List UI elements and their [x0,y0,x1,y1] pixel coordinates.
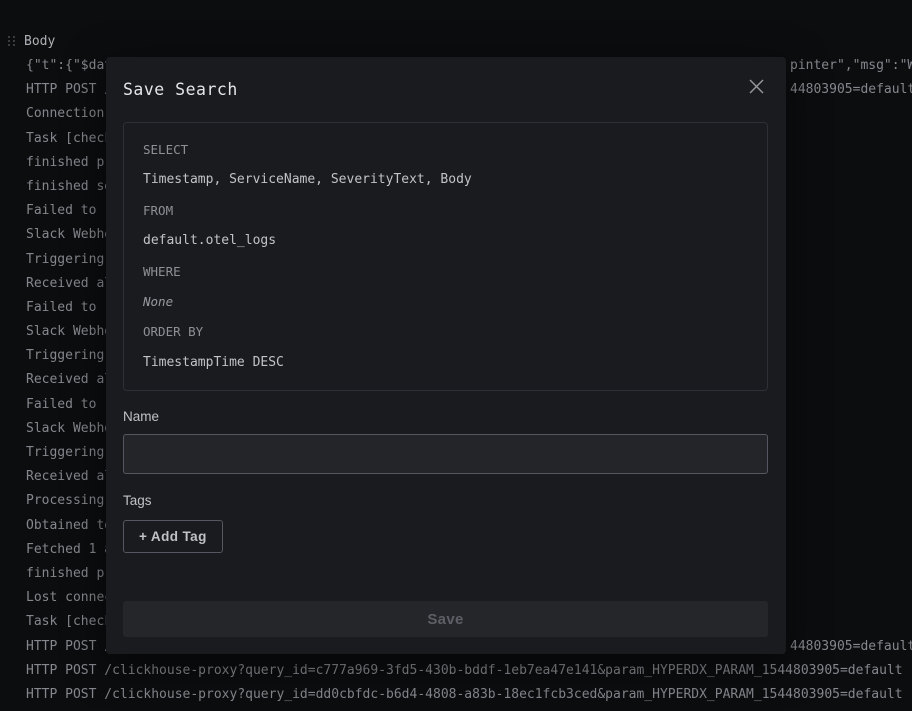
select-value: Timestamp, ServiceName, SeverityText, Bo… [143,165,748,195]
select-label: SELECT [143,135,748,165]
log-row-fragment[interactable]: 44803905=default [790,635,912,659]
modal-title: Save Search [123,80,238,99]
add-tag-button[interactable]: + Add Tag [123,520,223,553]
order-by-value: TimestampTime DESC [143,348,748,378]
close-icon [748,78,765,95]
save-button[interactable]: Save [123,601,768,637]
modal-header: Save Search [106,57,786,101]
log-row[interactable]: HTTP POST /clickhouse-proxy?query_id=c77… [26,659,912,683]
log-row[interactable]: HTTP POST /clickhouse-proxy?query_id=dd0… [26,683,912,707]
order-by-label: ORDER BY [143,317,748,347]
close-button[interactable] [742,72,770,100]
modal-body: SELECT Timestamp, ServiceName, SeverityT… [106,122,786,653]
from-value: default.otel_logs [143,226,748,256]
where-value: None [143,287,748,317]
name-input[interactable] [123,434,768,474]
app-screen: Body {"t":{"$dat HTTP POST / Connection … [0,0,912,711]
name-label: Name [123,407,768,427]
body-column-header[interactable]: Body [8,29,55,53]
where-label: WHERE [143,257,748,287]
body-column-label: Body [24,34,55,49]
tags-label: Tags [123,491,768,511]
drag-handle-icon[interactable] [8,36,15,46]
log-row-fragment[interactable]: 44803905=default [790,78,912,102]
save-search-modal: Save Search SELECT Timestamp, ServiceNam… [106,57,786,654]
query-preview: SELECT Timestamp, ServiceName, SeverityT… [123,122,768,391]
log-row-fragment[interactable]: pinter","msg":"W [790,54,912,78]
from-label: FROM [143,196,748,226]
